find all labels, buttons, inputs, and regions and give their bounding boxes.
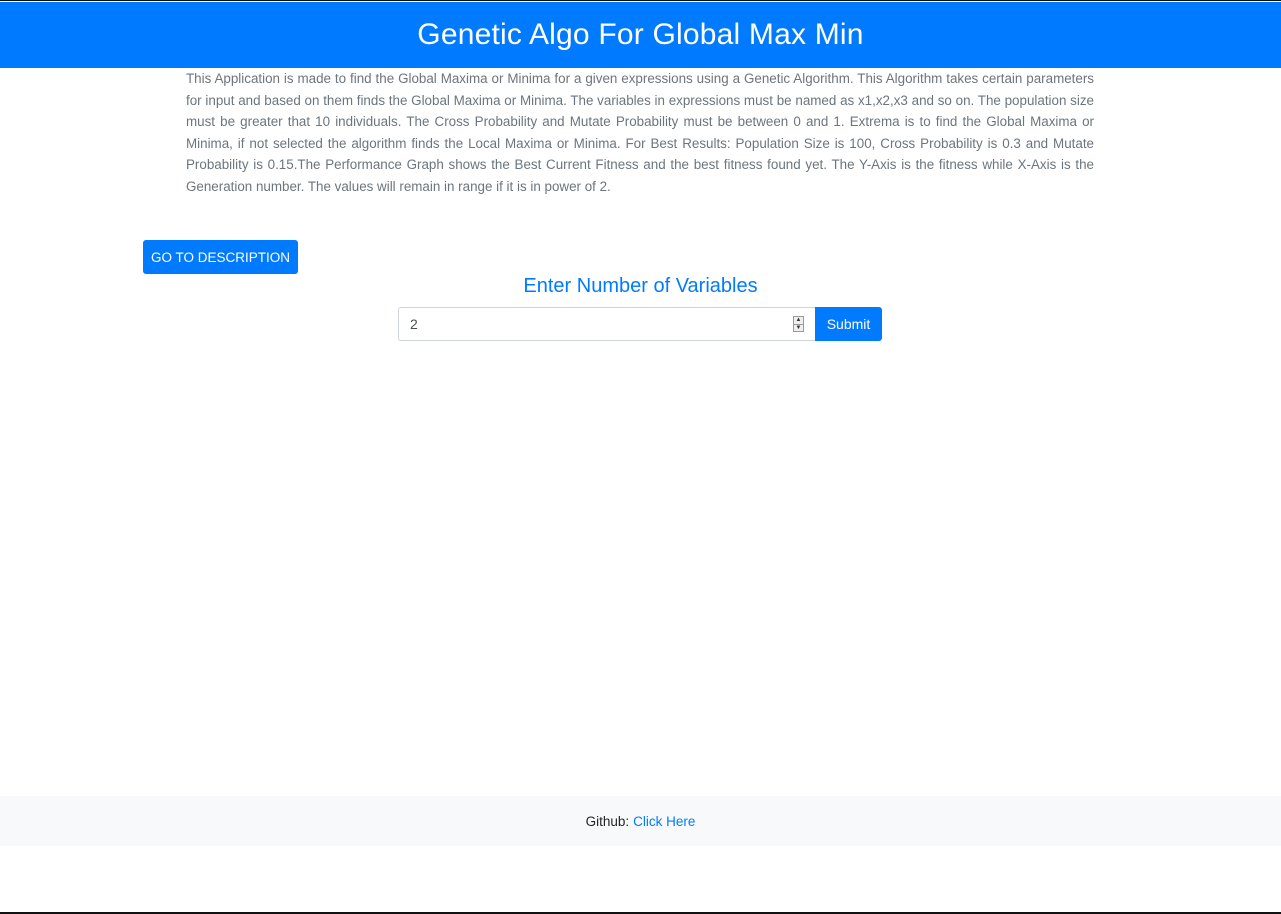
footer-github-label: Github: xyxy=(585,813,630,829)
variables-input-group: 2 ▲ ▼ Submit xyxy=(398,307,882,341)
footer: Github: Click Here xyxy=(0,796,1281,846)
number-of-variables-value: 2 xyxy=(410,316,418,332)
github-link[interactable]: Click Here xyxy=(633,814,695,829)
spinner-up-icon[interactable]: ▲ xyxy=(794,317,803,325)
page-title: Genetic Algo For Global Max Min xyxy=(417,18,864,51)
spinner-down-icon[interactable]: ▼ xyxy=(794,325,803,332)
submit-button[interactable]: Submit xyxy=(815,307,882,341)
go-to-description-button[interactable]: GO TO DESCRIPTION xyxy=(143,240,298,274)
variables-section-title: Enter Number of Variables xyxy=(523,275,758,297)
app-description: This Application is made to find the Glo… xyxy=(186,71,1094,194)
number-spinner[interactable]: ▲ ▼ xyxy=(793,316,804,332)
number-of-variables-input[interactable]: 2 ▲ ▼ xyxy=(398,307,815,341)
app-header: Genetic Algo For Global Max Min xyxy=(0,2,1281,68)
